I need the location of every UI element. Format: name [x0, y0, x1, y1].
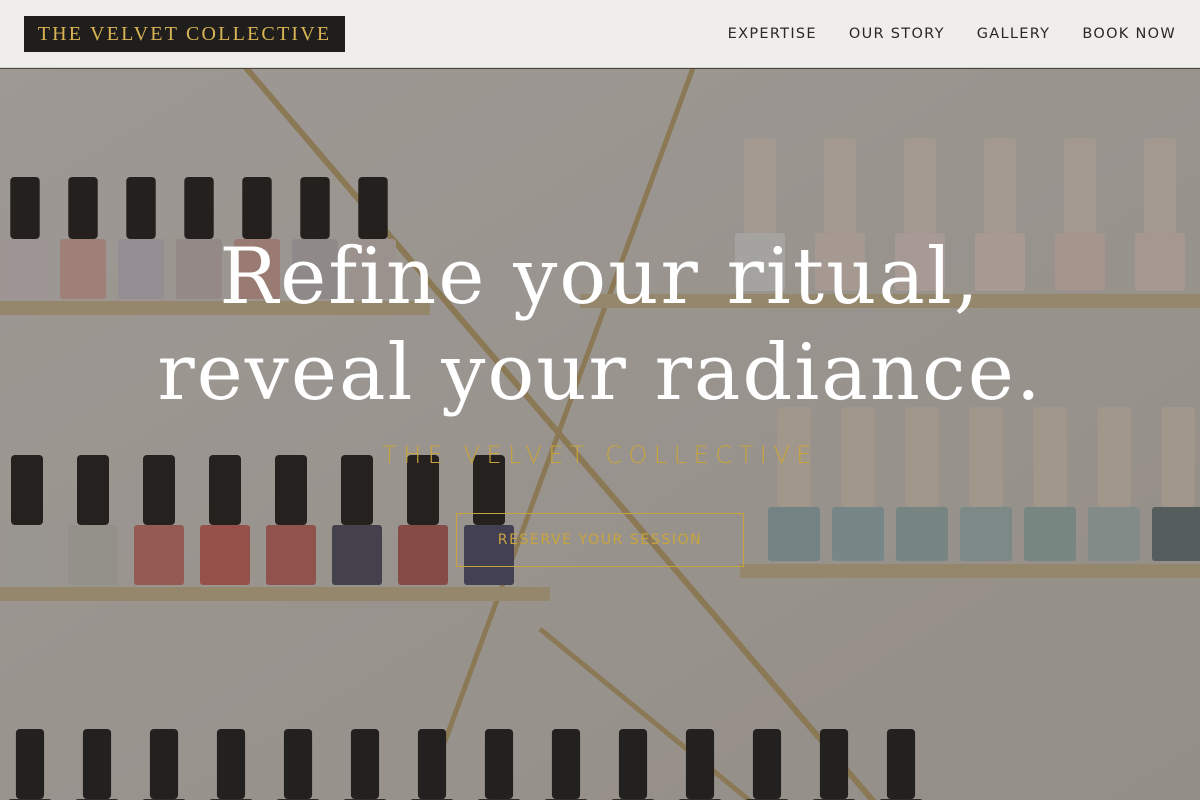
hero-headline: Refine your ritual, reveal your radiance…	[0, 229, 1200, 421]
headline-line-2: reveal your radiance.	[157, 328, 1043, 418]
hero-section: Refine your ritual, reveal your radiance…	[0, 69, 1200, 800]
headline-line-1: Refine your ritual,	[219, 232, 981, 322]
nav-link-expertise[interactable]: EXPERTISE	[728, 26, 817, 42]
nav-link-gallery[interactable]: GALLERY	[977, 26, 1051, 42]
hero-subtitle: THE VELVET COLLECTIVE	[382, 441, 818, 469]
hero-dark-overlay	[0, 69, 1200, 800]
reserve-session-button[interactable]: RESERVE YOUR SESSION	[456, 513, 744, 567]
main-nav: EXPERTISE OUR STORY GALLERY BOOK NOW	[728, 0, 1176, 68]
site-header: THE VELVET COLLECTIVE EXPERTISE OUR STOR…	[0, 0, 1200, 68]
nav-link-our-story[interactable]: OUR STORY	[849, 26, 945, 42]
nav-link-book-now[interactable]: BOOK NOW	[1082, 26, 1176, 42]
brand-logo[interactable]: THE VELVET COLLECTIVE	[24, 16, 345, 52]
